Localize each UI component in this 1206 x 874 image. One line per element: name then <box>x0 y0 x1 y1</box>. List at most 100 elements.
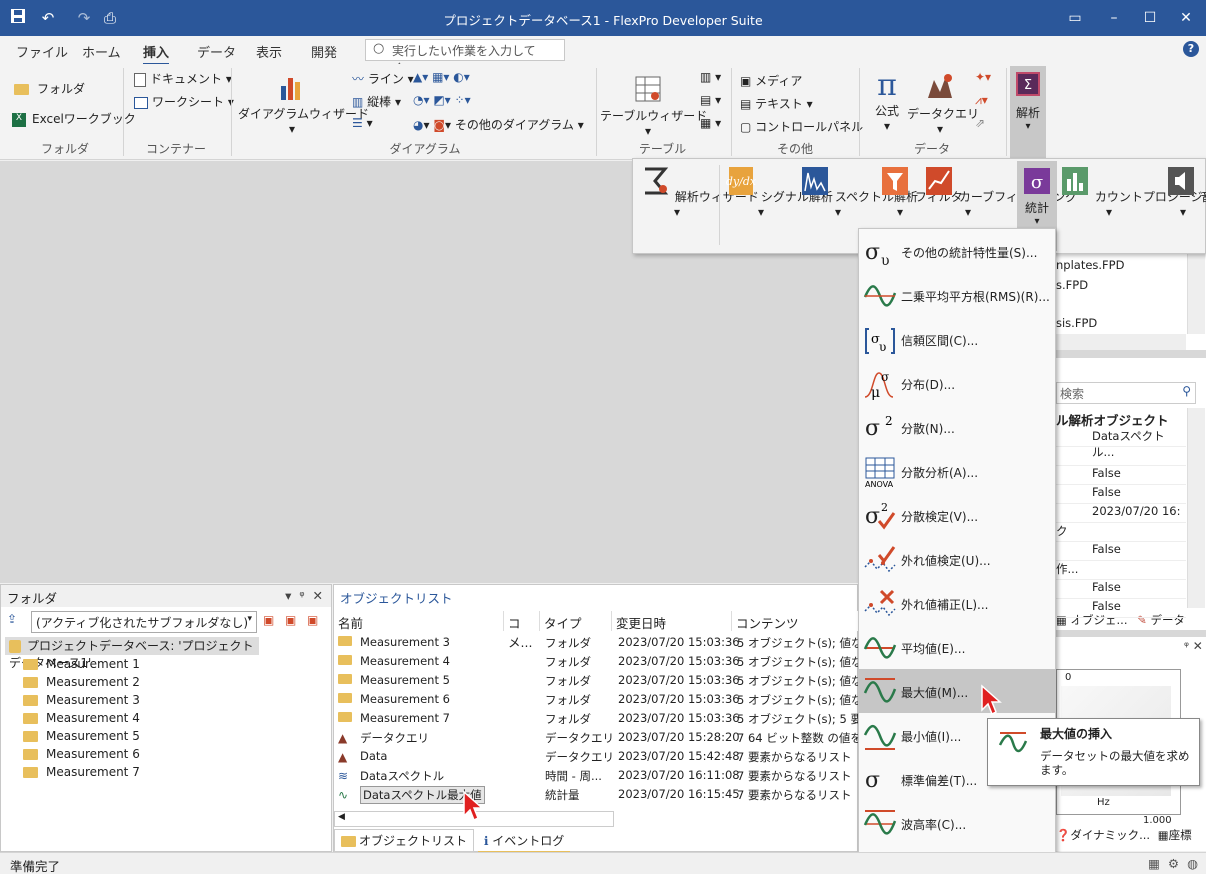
tree-root[interactable]: プロジェクトデータベース: 'プロジェクトデータベース1' <box>5 637 259 670</box>
menu-item-outlier-correction[interactable]: 外れ値補正(L)... <box>859 581 1055 625</box>
formula-button[interactable]: π 公式 ▾ <box>870 70 904 134</box>
curve-fitting-button[interactable]: カーブフィッティング▾ <box>923 165 1077 219</box>
acoustics-button[interactable]: 音響▾ <box>1165 165 1206 219</box>
filter-button[interactable]: フィルタ ▾ <box>879 165 963 219</box>
analysis-wizard-button[interactable]: 解析ウィザード ▾ <box>639 165 759 219</box>
file-item[interactable]: s.FPD <box>1056 278 1088 292</box>
worksheet-button[interactable]: ワークシート ▾ <box>134 93 234 110</box>
column-header-date[interactable]: 変更日時 <box>612 611 732 631</box>
menu-item-crest-factor[interactable]: 波高率(C)... <box>859 801 1055 845</box>
prop-value[interactable]: Dataスペクトル... <box>1056 428 1186 459</box>
vertical-bar-button[interactable]: ▥ 縦棒 ▾ <box>352 93 401 110</box>
folder-button[interactable]: フォルダ <box>14 80 85 97</box>
subfolder-select[interactable]: (アクティブ化されたサブフォルダなし) ▾ <box>31 611 257 633</box>
panel-controls[interactable]: ▾ ᵠ ✕ <box>285 588 323 603</box>
diagram-wizard-button[interactable]: ダイアグラムウィザード ▾ <box>238 72 369 136</box>
maximize-button[interactable]: ☐ <box>1138 6 1162 30</box>
close-button[interactable]: ✕ <box>1174 6 1198 30</box>
table-type-2[interactable]: ▤ ▾ <box>700 93 721 107</box>
menu-item-variance-test[interactable]: σ 2 分散検定(V)... <box>859 493 1055 537</box>
tab-event-log[interactable]: ℹ イベントログ <box>477 830 571 853</box>
column-header-content[interactable]: コンテンツ <box>732 611 859 631</box>
spectrum-analysis-button[interactable]: スペクトル解析 ▾ <box>799 165 918 219</box>
table-row[interactable]: Measurement 4 フォルダ 2023/07/20 15:03:36 5 オブ… <box>334 652 874 671</box>
prop-value[interactable] <box>1056 447 1186 466</box>
horizontal-bar-button[interactable]: ☰ ▾ <box>352 116 373 130</box>
counting-procedure-button[interactable]: カウントプロシージャ ▾ <box>1059 165 1206 219</box>
table-row[interactable]: Measurement 7 フォルダ 2023/07/20 15:03:36 5 オブ… <box>334 709 885 728</box>
tree-item[interactable]: Measurement 6 <box>23 747 140 765</box>
tree-item[interactable]: Measurement 2 <box>23 675 140 693</box>
table-row[interactable]: ▲ データクエリ データクエリ 2023/07/20 15:28:20 7 64 ビット… <box>334 728 885 747</box>
prop-value[interactable]: False <box>1056 542 1186 561</box>
folder-action-icon-2[interactable]: ▣ <box>285 613 296 627</box>
menu-item-rms[interactable]: 二乗平均平方根(RMS)(R)... <box>859 273 1055 317</box>
column-header-name[interactable]: 名前 <box>334 611 504 631</box>
table-type-3[interactable]: ▦ ▾ <box>700 116 721 130</box>
control-panel-button[interactable]: ▢ コントロールパネル <box>740 118 863 135</box>
tree-item[interactable]: Measurement 4 <box>23 711 140 729</box>
vertical-scrollbar[interactable] <box>1187 254 1205 334</box>
tell-me-input[interactable]: ○ 実行したい作業を入力してく... <box>365 39 565 75</box>
help-icon[interactable]: ? <box>1183 41 1199 57</box>
up-folder-icon[interactable]: ⇪ <box>7 612 25 628</box>
status-icons[interactable]: ▦ ⚙ ◍ <box>1148 856 1198 871</box>
table-row[interactable]: ≋ Dataスペクトル 時間 - 周... 2023/07/20 16:11:08 7 … <box>334 766 859 785</box>
text-button[interactable]: ▤ テキスト ▾ <box>740 95 813 112</box>
prop-value[interactable]: False <box>1056 466 1186 485</box>
horizontal-scrollbar[interactable] <box>1056 334 1186 350</box>
table-row[interactable]: Measurement 5 フォルダ 2023/07/20 15:03:36 5 オブ… <box>334 671 874 690</box>
table-row[interactable]: Measurement 3 フォルダ 2023/07/20 15:03:36 5 オブ… <box>334 633 874 652</box>
menu-item-mean[interactable]: 平均値(E)... <box>859 625 1055 669</box>
menu-item-distribution[interactable]: μ σ 分布(D)... <box>859 361 1055 405</box>
chart-type-icons-row2[interactable]: ◔▾ ◩▾ ⁘▾ <box>413 93 471 107</box>
prop-value[interactable]: False <box>1056 599 1186 618</box>
tree-item[interactable]: Measurement 3 <box>23 693 140 711</box>
table-row[interactable]: ∿ Dataスペクトル最大値 統計量 2023/07/20 16:15:45 7 要素か… <box>334 785 859 804</box>
tab-file[interactable]: ファイル <box>16 42 68 61</box>
data-query-button[interactable]: データクエリ ▾ <box>907 70 979 136</box>
tree-item[interactable]: Measurement 1 <box>23 657 140 675</box>
menu-item-outlier-test[interactable]: 外れ値検定(U)... <box>859 537 1055 581</box>
menu-item-maximum[interactable]: 最大値(M)... <box>859 669 1055 713</box>
prop-value[interactable]: False <box>1056 485 1186 504</box>
menu-item-other-statistics[interactable]: σ υ その他の統計特性量(S)... <box>859 229 1055 273</box>
signal-icon-1[interactable]: ✦▾ <box>975 70 991 84</box>
menu-item-anova[interactable]: ANOVA 分散分析(A)... <box>859 449 1055 493</box>
tab-home[interactable]: ホーム <box>82 42 121 61</box>
excel-workbook-button[interactable]: X Excelワークブック <box>12 110 136 127</box>
other-diagram-button[interactable]: ◕▾ ◙▾ その他のダイアグラム ▾ <box>413 116 584 133</box>
signal-icon-3[interactable]: ⇗ <box>975 116 985 130</box>
prop-value[interactable]: False <box>1056 580 1186 599</box>
table-row[interactable]: ▲ Data データクエリ 2023/07/20 15:42:48 7 要素からなるリス… <box>334 747 859 766</box>
panel-controls[interactable]: ᵠ ✕ <box>1184 639 1203 653</box>
folder-action-icon-3[interactable]: ▣ <box>307 613 318 627</box>
vertical-scrollbar[interactable] <box>1187 408 1205 608</box>
table-row[interactable]: Measurement 6 フォルダ 2023/07/20 15:03:36 5 オブ… <box>334 690 874 709</box>
signal-icon-2[interactable]: ⩘▾ <box>975 93 988 108</box>
tab-develop[interactable]: 開発 <box>311 42 337 61</box>
prop-value[interactable]: 2023/07/20 16: <box>1056 504 1186 523</box>
panel-bottom-tabs[interactable]: ❓ダイナミック... ▦座標 <box>1056 827 1192 843</box>
minimize-button[interactable]: – <box>1102 6 1126 30</box>
file-item[interactable]: nplates.FPD <box>1056 258 1124 272</box>
folder-action-icon-1[interactable]: ▣ <box>263 613 274 627</box>
tree-item[interactable]: Measurement 7 <box>23 765 140 783</box>
ribbon-display-icon[interactable]: ▭ <box>1063 6 1087 30</box>
table-wizard-button[interactable]: テーブルウィザード ▾ <box>600 74 707 138</box>
signal-analysis-button[interactable]: dy/dx シグナル解析 ▾ <box>725 165 833 219</box>
column-header-comment[interactable]: コメ... <box>504 611 540 650</box>
tab-insert[interactable]: 挿入 <box>143 42 170 66</box>
chart-type-icons-row1[interactable]: ▲▾ ▦▾ ◐▾ <box>413 70 470 84</box>
document-button[interactable]: ドキュメント ▾ <box>134 70 232 87</box>
media-button[interactable]: ▣ メディア <box>740 72 802 89</box>
analysis-button[interactable]: Σ 解析 ▾ <box>1010 66 1046 158</box>
column-header-type[interactable]: タイプ <box>540 611 612 631</box>
table-type-1[interactable]: ▥ ▾ <box>700 70 721 84</box>
file-item[interactable]: sis.FPD <box>1056 316 1097 330</box>
tree-item[interactable]: Measurement 5 <box>23 729 140 747</box>
tab-data[interactable]: データ <box>197 42 236 61</box>
line-button[interactable]: 〰 ライン ▾ <box>352 70 414 87</box>
menu-item-variance[interactable]: σ 2 分散(N)... <box>859 405 1055 449</box>
tab-object-list[interactable]: オブジェクトリスト <box>334 829 475 852</box>
